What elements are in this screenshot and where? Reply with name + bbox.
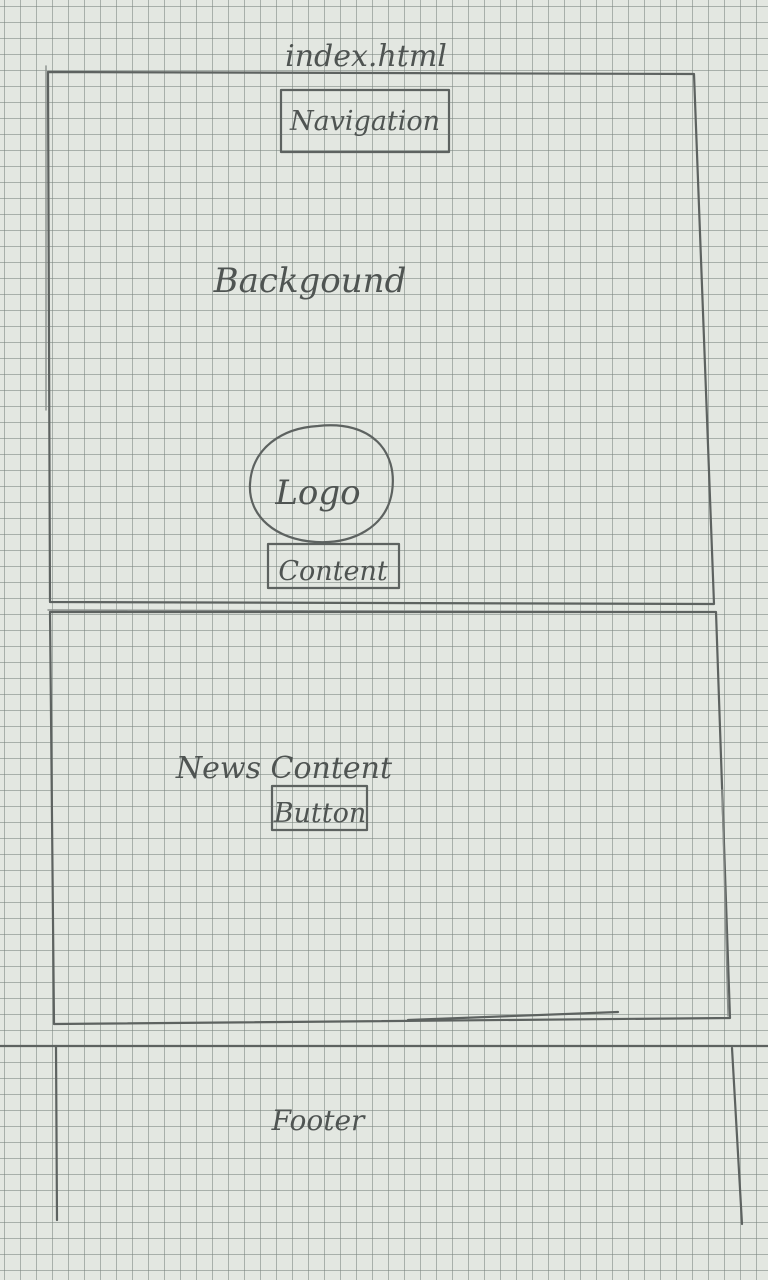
navigation-label: Navigation (289, 106, 440, 137)
logo-label: Logo (274, 473, 360, 513)
file-title: index.html (285, 39, 447, 74)
footer-right-line (730, 1046, 744, 1226)
background-label: Backgound (213, 261, 407, 301)
footer-left-line (54, 1044, 59, 1222)
news-section-outline (48, 610, 732, 1026)
content-label: Content (278, 556, 388, 587)
footer-label: Footer (271, 1104, 366, 1137)
news-content-label: News Content (175, 751, 393, 786)
button-label: Button (273, 798, 367, 829)
wireframe-sketch: index.html Navigation Backgound Logo Con… (0, 39, 768, 1226)
